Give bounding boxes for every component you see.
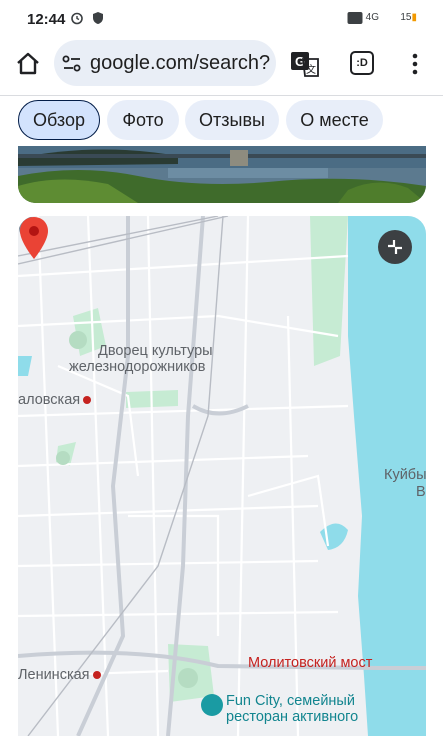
chip-reviews[interactable]: Отзывы xyxy=(185,100,279,140)
tabs-switcher-button[interactable]: :D xyxy=(350,51,374,75)
selected-location-pin-icon[interactable] xyxy=(18,216,50,260)
url-text: google.com/search? xyxy=(90,52,271,74)
volte-icon xyxy=(347,12,363,24)
chip-overview[interactable]: Обзор xyxy=(18,100,100,140)
bridge-photo-image xyxy=(18,146,426,203)
network-type: 4G xyxy=(365,12,379,23)
status-time: 12:44 xyxy=(27,11,66,28)
site-settings-icon[interactable] xyxy=(62,55,82,73)
fun-city-label-line1[interactable]: Fun City, семейный xyxy=(226,693,355,709)
status-bar: 12:44 4G 15▮ xyxy=(0,0,443,38)
alarm-icon xyxy=(71,12,83,25)
map-right-label-2: В xyxy=(416,484,426,500)
metro-label-bottom: Ленинская xyxy=(18,667,101,683)
map-poi-label-line2: железнодорожников xyxy=(69,359,206,375)
place-photo[interactable] xyxy=(18,146,426,203)
fun-city-label-line2[interactable]: ресторан активного xyxy=(226,709,358,725)
bridge-label[interactable]: Молитовский мост xyxy=(248,655,372,671)
svg-text:文: 文 xyxy=(306,63,316,76)
map-poi-label-line1: Дворец культуры xyxy=(98,343,213,359)
restaurant-pin-icon[interactable] xyxy=(201,694,223,716)
translate-icon[interactable]: G 文 xyxy=(290,50,320,78)
map-card[interactable]: Дворец культуры железнодорожников аловск… xyxy=(18,216,426,736)
metro-label-left: аловская xyxy=(18,392,92,408)
metro-icon xyxy=(83,396,92,405)
chip-photos[interactable]: Фото xyxy=(107,100,179,140)
battery-level: 15▮ xyxy=(400,12,417,23)
home-icon[interactable] xyxy=(14,50,42,78)
shield-icon xyxy=(93,12,103,24)
more-menu-icon[interactable] xyxy=(407,52,423,76)
address-bar[interactable]: google.com/search? xyxy=(54,40,276,86)
metro-icon-2 xyxy=(92,671,101,680)
section-chips: Обзор Фото Отзывы О месте xyxy=(0,96,443,146)
collapse-icon xyxy=(388,240,402,254)
collapse-map-button[interactable] xyxy=(378,230,412,264)
chip-about[interactable]: О месте xyxy=(286,100,383,140)
browser-toolbar: google.com/search? G 文 :D xyxy=(0,38,443,94)
map-right-label-1: Куйбы xyxy=(384,467,426,483)
